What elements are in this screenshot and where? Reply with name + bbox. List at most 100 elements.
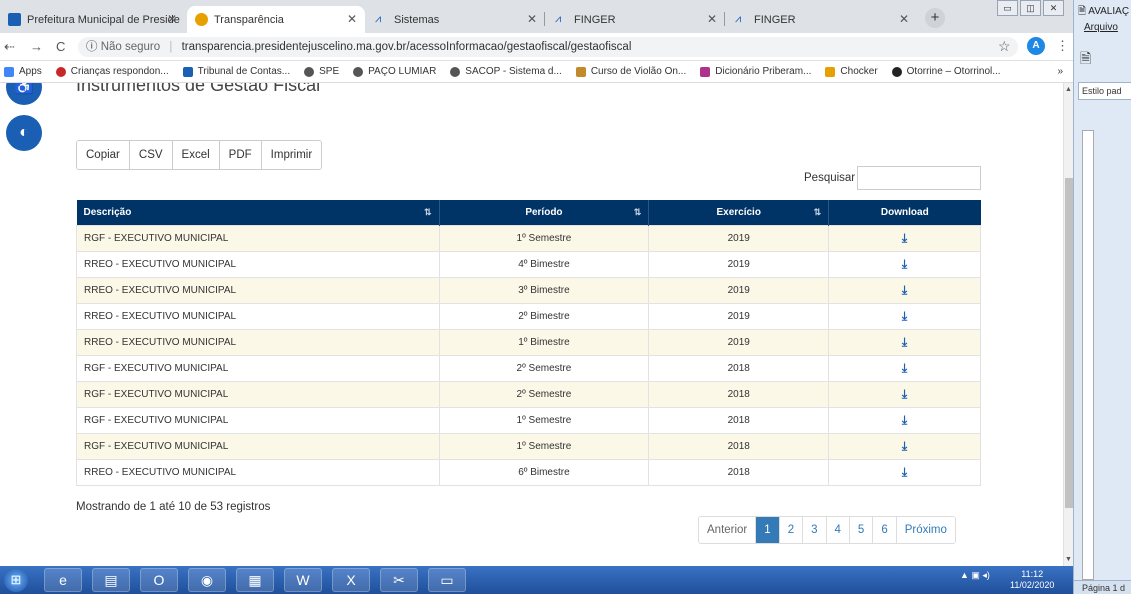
print-button[interactable]: Imprimir: [261, 141, 322, 169]
profile-avatar[interactable]: A: [1027, 37, 1045, 55]
close-tab-icon[interactable]: ✕: [707, 12, 717, 26]
download-icon[interactable]: ⤓: [902, 387, 907, 401]
download-icon[interactable]: ⤓: [902, 361, 907, 375]
accessibility-icon[interactable]: ♿: [6, 83, 42, 105]
scrollbar-thumb[interactable]: [1065, 178, 1073, 508]
cell-exercicio: 2018: [648, 406, 829, 433]
bookmark-otorrine[interactable]: Otorrine – Otorrinol...: [891, 66, 1001, 77]
page-3-button[interactable]: 3: [803, 517, 827, 543]
word-icon[interactable]: W: [284, 568, 322, 592]
cell-exercicio: 2019: [648, 250, 829, 277]
minimize-icon[interactable]: ▭: [997, 0, 1018, 16]
tab-finger-2[interactable]: ⩘ FINGER ✕: [727, 6, 917, 33]
download-icon[interactable]: ⤓: [902, 439, 907, 453]
more-bookmarks-icon[interactable]: »: [1057, 66, 1063, 77]
scroll-up-icon[interactable]: ▲: [1065, 86, 1072, 93]
download-icon[interactable]: ⤓: [902, 309, 907, 323]
tab-label: Transparência: [214, 13, 284, 26]
download-icon[interactable]: ⤓: [902, 413, 907, 427]
excel-icon[interactable]: X: [332, 568, 370, 592]
cell-descricao: RREO - EXECUTIVO MUNICIPAL: [76, 328, 440, 355]
new-document-icon[interactable]: 🗎: [1080, 48, 1091, 72]
previous-page-button[interactable]: Anterior: [699, 517, 757, 543]
page-1-button[interactable]: 1: [756, 517, 780, 543]
menu-icon[interactable]: ⋮: [1056, 38, 1069, 54]
tab-prefeitura[interactable]: Prefeitura Municipal de Preside ✕: [0, 6, 185, 33]
bookmark-priberam[interactable]: Dicionário Priberam...: [700, 66, 811, 77]
word-menu-file[interactable]: Arquivo: [1084, 22, 1118, 33]
download-icon[interactable]: ⤓: [902, 283, 907, 297]
column-header-exercicio[interactable]: Exercício ⇅: [648, 200, 829, 225]
scroll-down-icon[interactable]: ▼: [1065, 556, 1072, 563]
bookmark-tribunal[interactable]: Tribunal de Contas...: [182, 66, 290, 77]
bookmark-label: Otorrine – Otorrinol...: [906, 66, 1001, 77]
folder-icon[interactable]: ▤: [92, 568, 130, 592]
bookmark-label: SACOP - Sistema d...: [465, 66, 562, 77]
forward-icon[interactable]: →: [30, 39, 43, 54]
column-header-periodo[interactable]: Período ⇅: [438, 200, 649, 225]
download-icon[interactable]: ⤓: [902, 231, 907, 245]
contrast-icon[interactable]: ◐: [6, 115, 42, 151]
bookmark-spe[interactable]: SPE: [304, 66, 339, 77]
close-tab-icon[interactable]: ✕: [167, 12, 177, 26]
cell-descricao: RGF - EXECUTIVO MUNICIPAL: [76, 354, 440, 381]
table-row: RGF - EXECUTIVO MUNICIPAL 2º Semestre 2018…: [76, 354, 981, 381]
search-input[interactable]: [857, 166, 981, 190]
page-6-button[interactable]: 6: [873, 517, 897, 543]
cell-periodo: 3º Bimestre: [438, 276, 649, 303]
bookmark-criancas[interactable]: Crianças respondon...: [55, 66, 169, 77]
page-5-button[interactable]: 5: [849, 517, 874, 543]
download-icon[interactable]: ⤓: [902, 465, 907, 479]
bookmark-label: Chocker: [840, 66, 878, 77]
page-4-button[interactable]: 4: [826, 517, 850, 543]
cell-descricao: RGF - EXECUTIVO MUNICIPAL: [76, 224, 440, 251]
start-button[interactable]: ⊞: [4, 568, 28, 592]
calculator-icon[interactable]: ▦: [236, 568, 274, 592]
restore-icon[interactable]: ◫: [1020, 0, 1041, 16]
outlook-icon[interactable]: O: [140, 568, 178, 592]
screen-icon[interactable]: ▭: [428, 568, 466, 592]
next-page-button[interactable]: Próximo: [896, 517, 955, 543]
cell-periodo: 2º Semestre: [438, 354, 649, 381]
url-field[interactable]: ⓘ Não seguro | transparencia.presidentej…: [78, 37, 1018, 57]
tab-finger-1[interactable]: ⩘ FINGER ✕: [547, 6, 725, 33]
new-tab-button[interactable]: +: [925, 8, 945, 28]
cell-periodo: 2º Bimestre: [438, 302, 649, 329]
download-icon[interactable]: ⤓: [902, 257, 907, 271]
style-dropdown[interactable]: Estilo pad: [1078, 82, 1131, 100]
ie-icon[interactable]: e: [44, 568, 82, 592]
info-icon[interactable]: ⓘ: [86, 41, 98, 53]
tab-transparencia[interactable]: Transparência ✕: [187, 6, 365, 33]
close-tab-icon[interactable]: ✕: [347, 12, 357, 26]
reload-icon[interactable]: C: [56, 39, 65, 54]
cell-download: ⤓: [828, 328, 981, 355]
bookmark-chocker[interactable]: Chocker: [825, 66, 878, 77]
pdf-button[interactable]: PDF: [219, 141, 262, 169]
bookmark-paco-lumiar[interactable]: PAÇO LUMIAR: [353, 66, 436, 77]
page-2-button[interactable]: 2: [779, 517, 804, 543]
bookmark-sacop[interactable]: SACOP - Sistema d...: [450, 66, 562, 77]
municipal-icon: [8, 13, 21, 26]
excel-button[interactable]: Excel: [172, 141, 220, 169]
cell-download: ⤓: [828, 250, 981, 277]
bookmark-curso-violao[interactable]: Curso de Violão On...: [575, 66, 686, 77]
tab-sistemas[interactable]: ⩘ Sistemas ✕: [367, 6, 545, 33]
window-controls: ▭ ◫ ✕: [997, 0, 1064, 16]
column-header-descricao[interactable]: Descrição ⇅: [76, 200, 440, 225]
cell-exercicio: 2019: [648, 224, 829, 251]
snipping-tool-icon[interactable]: ✂: [380, 568, 418, 592]
close-tab-icon[interactable]: ✕: [899, 12, 909, 26]
csv-button[interactable]: CSV: [129, 141, 173, 169]
clock[interactable]: 11:12 11/02/2020: [1010, 569, 1054, 591]
close-icon[interactable]: ✕: [1043, 0, 1064, 16]
sort-icon: ⇅: [633, 207, 642, 217]
copy-button[interactable]: Copiar: [77, 141, 130, 169]
forward-history-icon[interactable]: ⇠: [4, 39, 15, 55]
download-icon[interactable]: ⤓: [902, 335, 907, 349]
bookmark-apps[interactable]: Apps: [4, 66, 42, 77]
chrome-icon[interactable]: ◉: [188, 568, 226, 592]
cell-exercicio: 2018: [648, 458, 829, 486]
close-tab-icon[interactable]: ✕: [527, 12, 537, 26]
bookmark-star-icon[interactable]: ☆: [998, 38, 1011, 55]
vertical-scrollbar[interactable]: ▲ ▼: [1063, 83, 1073, 566]
